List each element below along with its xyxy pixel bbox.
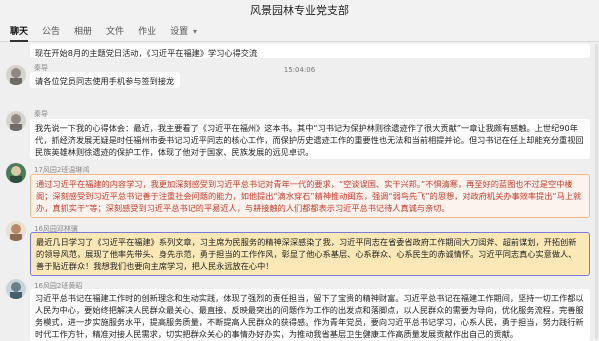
chat-message-bubble: 请各位党员同志使用手机参与签到接龙	[30, 72, 180, 88]
chat-message-bubble: 最近几日学习了《习近平在福建》系列文章，习主席为民服务的精神深深感染了我，习近平…	[30, 232, 590, 276]
tab-settings-label: 设置	[170, 26, 189, 37]
chat-message-bubble: 通过习近平在福建的内容学习，我更加深刻感受到习近平总书记对青年一代的要求，“空谈…	[30, 174, 590, 218]
tab-album[interactable]: 相册	[74, 22, 92, 42]
avatar[interactable]	[6, 111, 26, 131]
tab-chat[interactable]: 聊天	[10, 22, 29, 42]
chat-message-bubble: 现在开始8月的主题党日活动，《习近平在福建》学习心得交流	[30, 44, 590, 58]
tab-settings[interactable]: 设置 ▾	[170, 22, 197, 42]
message-timestamp: 15:04:06	[283, 66, 316, 74]
tab-files[interactable]: 文件	[106, 22, 124, 42]
avatar[interactable]	[6, 279, 26, 299]
chat-message-bubble: 我先说一下我的心得体会：最近，我主要看了《习近平在福州》这本书。其中“习书记为保…	[30, 119, 590, 159]
scrollbar[interactable]	[595, 44, 598, 339]
avatar[interactable]	[6, 221, 26, 241]
sender-name: 秦导	[34, 110, 48, 118]
tab-bar: 聊天 公告 相册 文件 作业 设置 ▾	[0, 22, 599, 42]
chat-message-bubble: 习近平总书记在福建工作时的创新理念和生动实践，体现了强烈的责任担当，留下了宝贵的…	[30, 289, 590, 341]
message-text: 通过习近平在福建的内容学习，我更加深刻感受到习近平总书记对青年一代的要求，“空谈…	[36, 179, 582, 213]
message-text: 最近几日学习了《习近平在福建》系列文章，习主席为民服务的精神深深感染了我，习近平…	[36, 237, 577, 271]
tab-homework[interactable]: 作业	[138, 22, 156, 42]
avatar[interactable]	[6, 163, 26, 183]
chevron-down-icon: ▾	[192, 26, 197, 36]
message-text: 现在开始8月的主题党日活动，《习近平在福建》学习心得交流	[35, 48, 258, 58]
tab-announcement[interactable]: 公告	[42, 22, 60, 42]
chat-area[interactable]: 现在开始8月的主题党日活动，《习近平在福建》学习心得交流 秦导 请各位党员同志使…	[0, 43, 599, 341]
window-title: 风景园林专业党支部	[0, 0, 599, 22]
message-text: 习近平总书记在福建工作时的创新理念和生动实践，体现了强烈的责任担当，留下了宝贵的…	[35, 293, 584, 339]
message-text: 我先说一下我的心得体会：最近，我主要看了《习近平在福州》这本书。其中“习书记为保…	[35, 123, 584, 157]
message-text: 请各位党员同志使用手机参与签到接龙	[35, 76, 175, 86]
